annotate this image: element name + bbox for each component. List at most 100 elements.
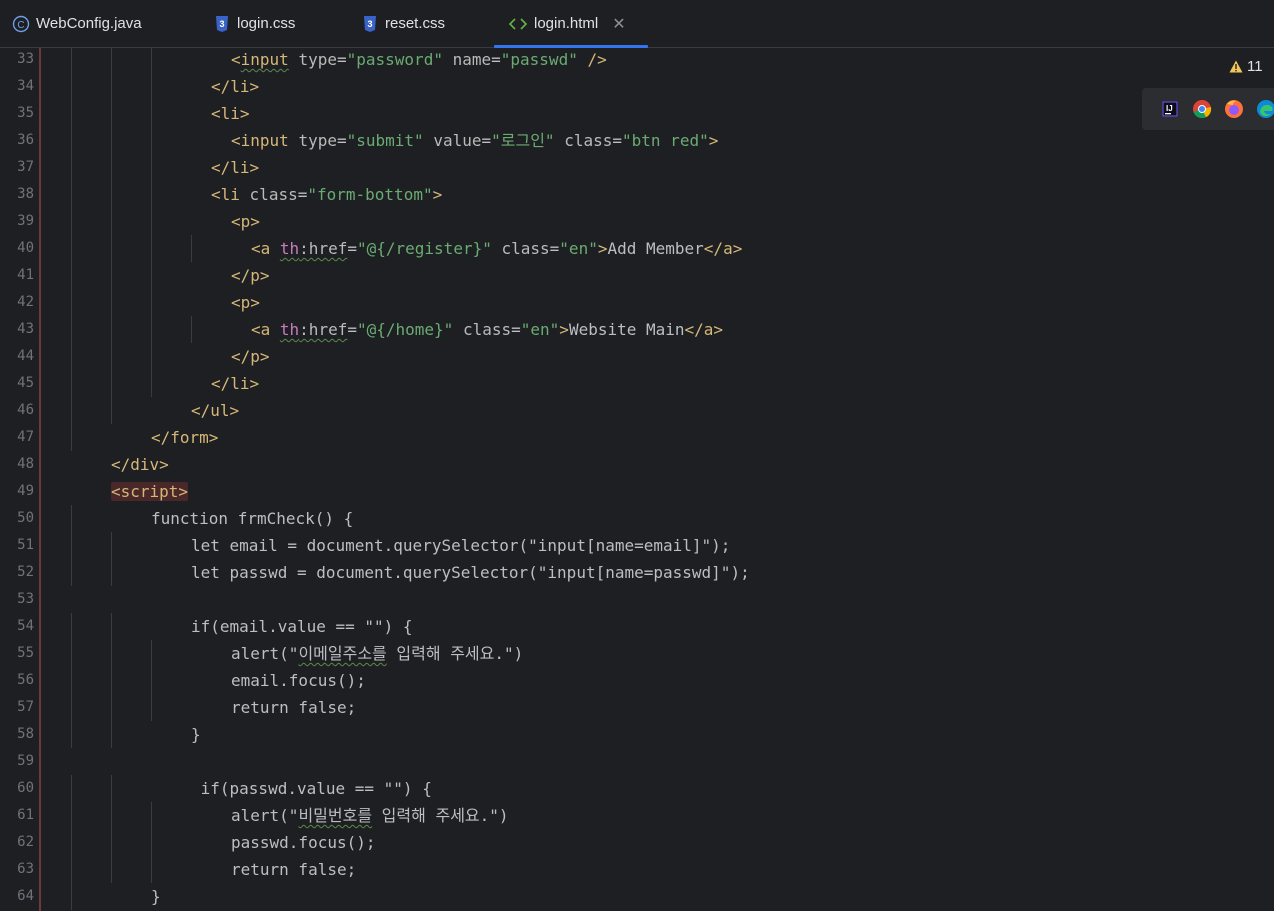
code-line[interactable]: 36 <input type="submit" value="로그인" class… — [0, 127, 1274, 154]
code-line[interactable]: 38 <li class="form-bottom"> — [0, 181, 1274, 208]
code-line[interactable]: 41 </p> — [0, 262, 1274, 289]
code-text: <li> — [211, 100, 250, 127]
line-number[interactable]: 51 — [0, 532, 34, 559]
tab-login-html[interactable]: login.html ✕ — [494, 0, 648, 48]
line-number[interactable]: 39 — [0, 208, 34, 235]
line-number[interactable]: 35 — [0, 100, 34, 127]
code-line[interactable]: 56 email.focus(); — [0, 667, 1274, 694]
line-number[interactable]: 34 — [0, 73, 34, 100]
line-number[interactable]: 61 — [0, 802, 34, 829]
indent-guide — [151, 181, 152, 208]
code-line[interactable]: 60 if(passwd.value == "") { — [0, 775, 1274, 802]
line-number[interactable]: 42 — [0, 289, 34, 316]
line-number[interactable]: 48 — [0, 451, 34, 478]
line-number[interactable]: 60 — [0, 775, 34, 802]
line-number[interactable]: 62 — [0, 829, 34, 856]
line-number[interactable]: 45 — [0, 370, 34, 397]
code-editor[interactable]: 33 <input type="password" name="passwd" /… — [0, 48, 1274, 911]
line-number[interactable]: 46 — [0, 397, 34, 424]
line-number[interactable]: 53 — [0, 586, 34, 613]
indent-guide — [111, 397, 112, 424]
code-line[interactable]: 37 </li> — [0, 154, 1274, 181]
line-number[interactable]: 37 — [0, 154, 34, 181]
code-token: 이메일주소를 — [298, 644, 387, 663]
code-line[interactable]: 55 alert("이메일주소를 입력해 주세요.") — [0, 640, 1274, 667]
code-line[interactable]: 40 <a th:href="@{/register}" class="en">A… — [0, 235, 1274, 262]
line-number[interactable]: 33 — [0, 48, 34, 73]
line-number[interactable]: 64 — [0, 883, 34, 910]
line-number[interactable]: 47 — [0, 424, 34, 451]
chrome-icon[interactable] — [1191, 98, 1213, 120]
line-number[interactable]: 36 — [0, 127, 34, 154]
tab-webconfig-java[interactable]: C WebConfig.java — [12, 0, 142, 47]
line-number[interactable]: 49 — [0, 478, 34, 505]
indent-guide — [71, 181, 72, 208]
code-line[interactable]: 63 return false; — [0, 856, 1274, 883]
intellij-icon[interactable]: IJ — [1159, 98, 1181, 120]
code-line[interactable]: 61 alert("비밀번호를 입력해 주세요.") — [0, 802, 1274, 829]
indent-guide — [71, 370, 72, 397]
indent-guide — [151, 640, 152, 667]
code-text: <p> — [231, 289, 260, 316]
code-line[interactable]: 64} — [0, 883, 1274, 910]
code-line[interactable]: 58} — [0, 721, 1274, 748]
code-line[interactable]: 51 let email = document.querySelector("in… — [0, 532, 1274, 559]
code-token: "btn red" — [622, 131, 709, 150]
line-number[interactable]: 58 — [0, 721, 34, 748]
tab-login-css[interactable]: 3 login.css — [213, 0, 295, 47]
code-text: </li> — [211, 370, 259, 397]
code-line[interactable]: 35 <li> — [0, 100, 1274, 127]
code-line[interactable]: 45 </li> — [0, 370, 1274, 397]
tab-reset-css[interactable]: 3 reset.css — [361, 0, 445, 47]
code-line[interactable]: 48 </div> — [0, 451, 1274, 478]
indent-guide — [111, 856, 112, 883]
code-line[interactable]: 42 <p> — [0, 289, 1274, 316]
line-number[interactable]: 44 — [0, 343, 34, 370]
code-line[interactable]: 50 function frmCheck() { — [0, 505, 1274, 532]
firefox-icon[interactable] — [1223, 98, 1245, 120]
line-number[interactable]: 59 — [0, 748, 34, 775]
line-number[interactable]: 50 — [0, 505, 34, 532]
code-token: <input — [231, 131, 289, 150]
code-line[interactable]: 47 </form> — [0, 424, 1274, 451]
code-line[interactable]: 43 <a th:href="@{/home}" class="en">Websi… — [0, 316, 1274, 343]
code-token: = — [491, 50, 501, 69]
code-text: </form> — [151, 424, 218, 451]
line-number[interactable]: 38 — [0, 181, 34, 208]
line-number[interactable]: 40 — [0, 235, 34, 262]
indent-guide — [71, 289, 72, 316]
line-number[interactable]: 63 — [0, 856, 34, 883]
code-line[interactable]: 34 </li> — [0, 73, 1274, 100]
code-line[interactable]: 53 — [0, 586, 1274, 613]
code-token: "en" — [559, 239, 598, 258]
line-number[interactable]: 54 — [0, 613, 34, 640]
code-line[interactable]: 39 <p> — [0, 208, 1274, 235]
code-line[interactable]: 52 let passwd = document.querySelector("i… — [0, 559, 1274, 586]
line-number[interactable]: 43 — [0, 316, 34, 343]
code-line[interactable]: 44 </p> — [0, 343, 1274, 370]
indent-guide — [71, 775, 72, 802]
code-line[interactable]: 46 </ul> — [0, 397, 1274, 424]
code-token: <li — [211, 185, 240, 204]
code-token: if(email.value == "") { — [191, 617, 413, 636]
inspection-warnings[interactable]: 11 — [1229, 58, 1263, 75]
code-line[interactable]: 62 passwd.focus(); — [0, 829, 1274, 856]
line-number[interactable]: 57 — [0, 694, 34, 721]
close-tab-icon[interactable]: ✕ — [612, 14, 625, 34]
line-number[interactable]: 41 — [0, 262, 34, 289]
code-line[interactable]: 49 <script> — [0, 478, 1274, 505]
line-number[interactable]: 52 — [0, 559, 34, 586]
line-number[interactable]: 55 — [0, 640, 34, 667]
code-line[interactable]: 54 if(email.value == "") { — [0, 613, 1274, 640]
edge-icon[interactable] — [1255, 98, 1274, 120]
indent-guide — [151, 289, 152, 316]
line-number[interactable]: 56 — [0, 667, 34, 694]
code-line[interactable]: 33 <input type="password" name="passwd" /… — [0, 48, 1274, 73]
code-line[interactable]: 59 — [0, 748, 1274, 775]
code-token: </p> — [231, 347, 270, 366]
code-line[interactable]: 57 return false; — [0, 694, 1274, 721]
indent-guide — [71, 505, 72, 532]
